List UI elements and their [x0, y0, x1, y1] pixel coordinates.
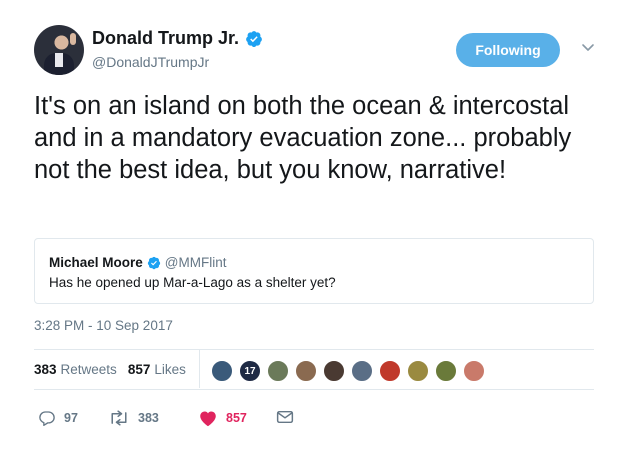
tweet-text: It's on an island on both the ocean & in…	[34, 92, 572, 184]
reply-icon	[39, 411, 55, 427]
author-name-row: Donald Trump Jr.	[92, 28, 263, 49]
liker-avatar[interactable]	[435, 360, 457, 382]
quoted-tweet[interactable]: Michael Moore @MMFlint Has he opened up …	[34, 238, 594, 304]
quoted-tweet-header: Michael Moore @MMFlint	[49, 255, 226, 270]
retweet-count: 383	[138, 411, 159, 425]
stats-bottom-divider	[34, 389, 594, 390]
retweets-count[interactable]: 383	[34, 362, 57, 377]
reply-count: 97	[64, 411, 78, 425]
retweet-button[interactable]: 383	[108, 409, 159, 427]
stats-separator	[199, 350, 200, 388]
likes-label[interactable]: Likes	[154, 362, 186, 377]
likers-avatars: 17	[211, 360, 491, 382]
tweet-timestamp[interactable]: 3:28 PM - 10 Sep 2017	[34, 318, 173, 333]
liker-avatar[interactable]	[267, 360, 289, 382]
retweet-icon	[111, 410, 127, 426]
reply-button[interactable]: 97	[38, 409, 78, 427]
author-avatar[interactable]	[34, 25, 84, 75]
direct-message-button[interactable]	[276, 409, 302, 425]
liker-avatar[interactable]	[407, 360, 429, 382]
chevron-down-icon[interactable]	[580, 39, 596, 55]
liker-avatar[interactable]: 17	[239, 360, 261, 382]
heart-icon	[200, 411, 216, 427]
quoted-author-name: Michael Moore	[49, 255, 143, 270]
author-handle[interactable]: @DonaldJTrumpJr	[92, 54, 209, 70]
liker-avatar[interactable]	[295, 360, 317, 382]
likes-count[interactable]: 857	[128, 362, 151, 377]
avatar-shirt	[55, 53, 63, 67]
liker-avatar[interactable]	[379, 360, 401, 382]
verified-badge-icon	[246, 30, 262, 47]
verified-badge-icon	[147, 256, 160, 269]
tweet-stats: 383 Retweets 857 Likes	[34, 362, 186, 377]
tweet-header: Donald Trump Jr. @DonaldJTrumpJr Followi…	[34, 22, 614, 82]
liker-avatar[interactable]	[211, 360, 233, 382]
like-button[interactable]: 857	[198, 409, 247, 427]
liker-avatar-label: 17	[244, 365, 256, 377]
liker-avatar[interactable]	[463, 360, 485, 382]
like-count: 857	[226, 411, 247, 425]
avatar-hand	[70, 33, 76, 45]
quoted-author-handle: @MMFlint	[164, 255, 227, 270]
author-display-name[interactable]: Donald Trump Jr.	[92, 28, 239, 49]
liker-avatar[interactable]	[351, 360, 373, 382]
stats-top-divider	[34, 349, 594, 350]
envelope-icon	[276, 410, 294, 424]
liker-avatar[interactable]	[323, 360, 345, 382]
following-button[interactable]: Following	[456, 33, 560, 67]
retweets-label[interactable]: Retweets	[61, 362, 117, 377]
quoted-tweet-text: Has he opened up Mar-a-Lago as a shelter…	[49, 275, 336, 290]
